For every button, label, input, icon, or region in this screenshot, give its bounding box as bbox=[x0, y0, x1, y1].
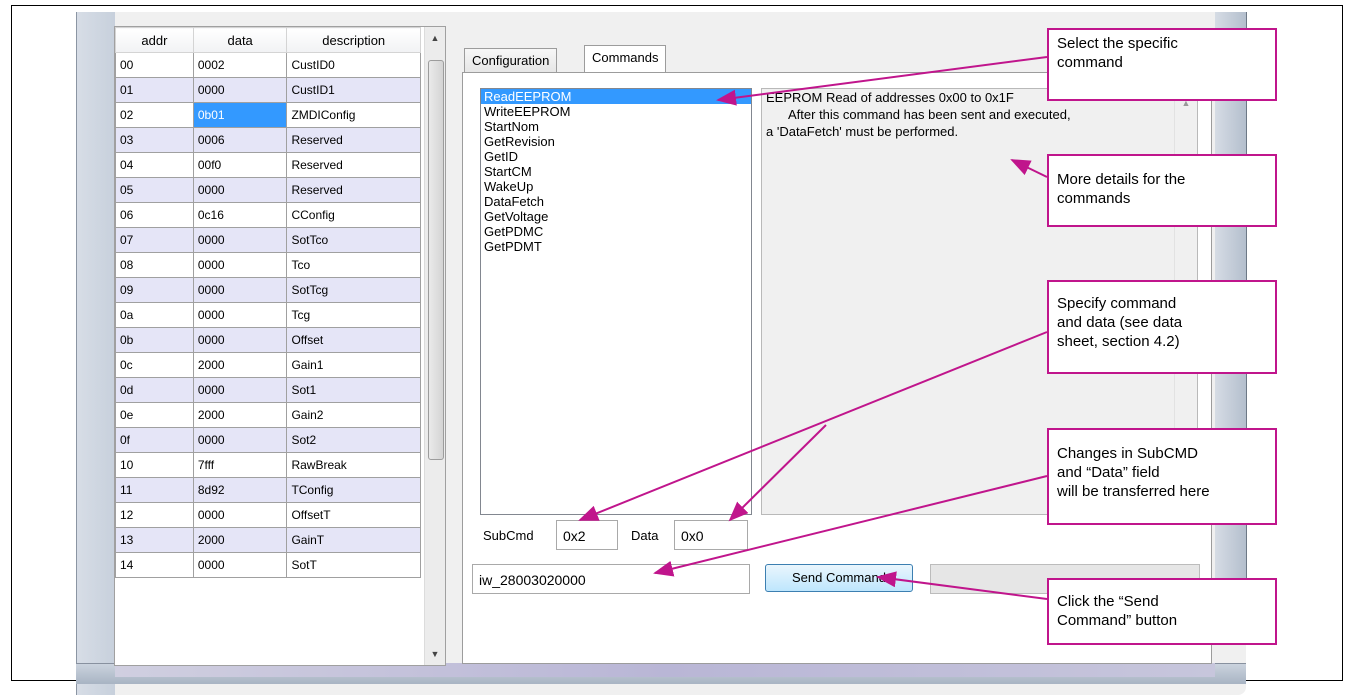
callout-specify-line-1: Specify command bbox=[1057, 295, 1177, 312]
callout-click-line-1: Click the “Send bbox=[1057, 593, 1159, 610]
callout-changes-transferred: Changes in SubCMD and “Data” field will … bbox=[1047, 428, 1277, 525]
callout-select-line-1: Select the specific bbox=[1057, 35, 1178, 52]
callout-changes-line-2: and “Data” field bbox=[1057, 464, 1160, 481]
arrow-specify-subcmd bbox=[578, 331, 1048, 521]
callout-select-command: Select the specific command bbox=[1047, 28, 1277, 101]
callout-details-line-1: More details for the bbox=[1057, 171, 1186, 188]
callout-click-line-2: Command” button bbox=[1057, 612, 1178, 629]
callout-select-line-2: command bbox=[1057, 54, 1123, 71]
callout-details-line-2: commands bbox=[1057, 190, 1131, 207]
arrow-select-command bbox=[716, 56, 1048, 106]
arrow-details bbox=[1010, 159, 1048, 178]
callout-specify-line-2: and data (see data bbox=[1057, 314, 1183, 331]
callout-click-send: Click the “Send Command” button bbox=[1047, 578, 1277, 645]
callout-specify-command: Specify command and data (see data sheet… bbox=[1047, 280, 1277, 374]
callout-specify-line-3: sheet, section 4.2) bbox=[1057, 333, 1180, 350]
callout-changes-line-3: will be transferred here bbox=[1057, 483, 1210, 500]
arrow-changes bbox=[653, 475, 1048, 577]
callout-changes-line-1: Changes in SubCMD bbox=[1057, 445, 1198, 462]
callout-more-details: More details for the commands bbox=[1047, 154, 1277, 227]
arrow-click-send bbox=[876, 571, 1048, 600]
